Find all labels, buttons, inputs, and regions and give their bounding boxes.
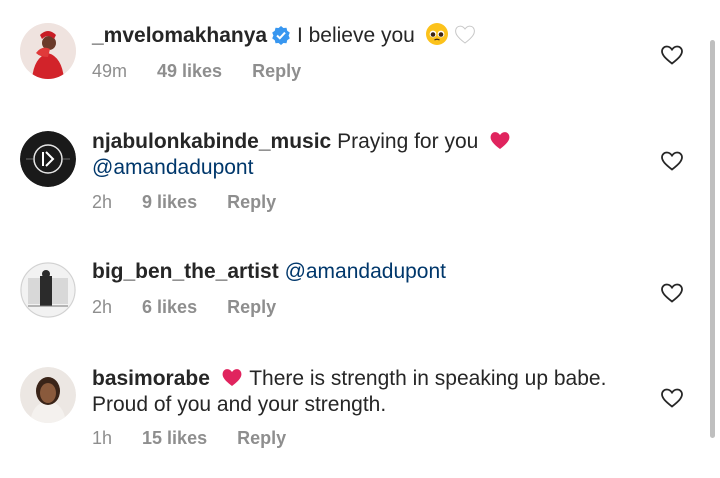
comment-body: njabulonkabinde_music Praying for you @a… — [92, 128, 632, 181]
verified-badge-icon — [271, 25, 291, 45]
mention-link[interactable]: @amandadupont — [285, 260, 446, 283]
comment-time: 49m — [92, 61, 128, 81]
red-heart-emoji — [220, 365, 244, 389]
comment-time: 2h — [92, 192, 113, 212]
comment-meta: 49m 49 likes Reply — [92, 61, 331, 82]
comment-time: 1h — [92, 428, 113, 448]
comment-text: I believe you — [296, 24, 415, 47]
comment-likes[interactable]: 6 likes — [142, 297, 197, 318]
comment-username[interactable]: big_ben_the_artist — [92, 260, 279, 283]
like-heart-icon[interactable] — [660, 281, 684, 305]
scrollbar[interactable] — [710, 40, 715, 438]
reply-button[interactable]: Reply — [252, 61, 301, 82]
comment-likes[interactable]: 49 likes — [157, 61, 222, 82]
comment-meta: 1h 15 likes Reply — [92, 428, 316, 449]
comment-body: basimorabe There is strength in speaking… — [92, 365, 632, 418]
white-heart-emoji — [453, 22, 477, 46]
red-heart-emoji — [488, 128, 512, 152]
comment-meta: 2h 6 likes Reply — [92, 297, 306, 318]
avatar[interactable] — [20, 23, 76, 79]
comment-likes[interactable]: 9 likes — [142, 192, 197, 213]
comment-text: Praying for you — [337, 130, 479, 153]
mention-link[interactable]: @amandadupont — [92, 156, 253, 179]
like-heart-icon[interactable] — [660, 43, 684, 67]
comment-username[interactable]: basimorabe — [92, 367, 210, 390]
comment-body: _mvelomakhanya I believe you — [92, 22, 632, 49]
comment-likes[interactable]: 15 likes — [142, 428, 207, 449]
comment-time: 2h — [92, 297, 113, 317]
avatar[interactable] — [20, 131, 76, 187]
avatar[interactable] — [20, 262, 76, 318]
comment-meta: 2h 9 likes Reply — [92, 192, 306, 213]
comment-username[interactable]: njabulonkabinde_music — [92, 130, 331, 153]
reply-button[interactable]: Reply — [237, 428, 286, 449]
avatar[interactable] — [20, 367, 76, 423]
comment-username[interactable]: _mvelomakhanya — [92, 24, 267, 47]
like-heart-icon[interactable] — [660, 149, 684, 173]
reply-button[interactable]: Reply — [227, 297, 276, 318]
reply-button[interactable]: Reply — [227, 192, 276, 213]
like-heart-icon[interactable] — [660, 386, 684, 410]
comment-body: big_ben_the_artist @amandadupont — [92, 259, 632, 285]
pleading-face-emoji — [425, 22, 449, 46]
